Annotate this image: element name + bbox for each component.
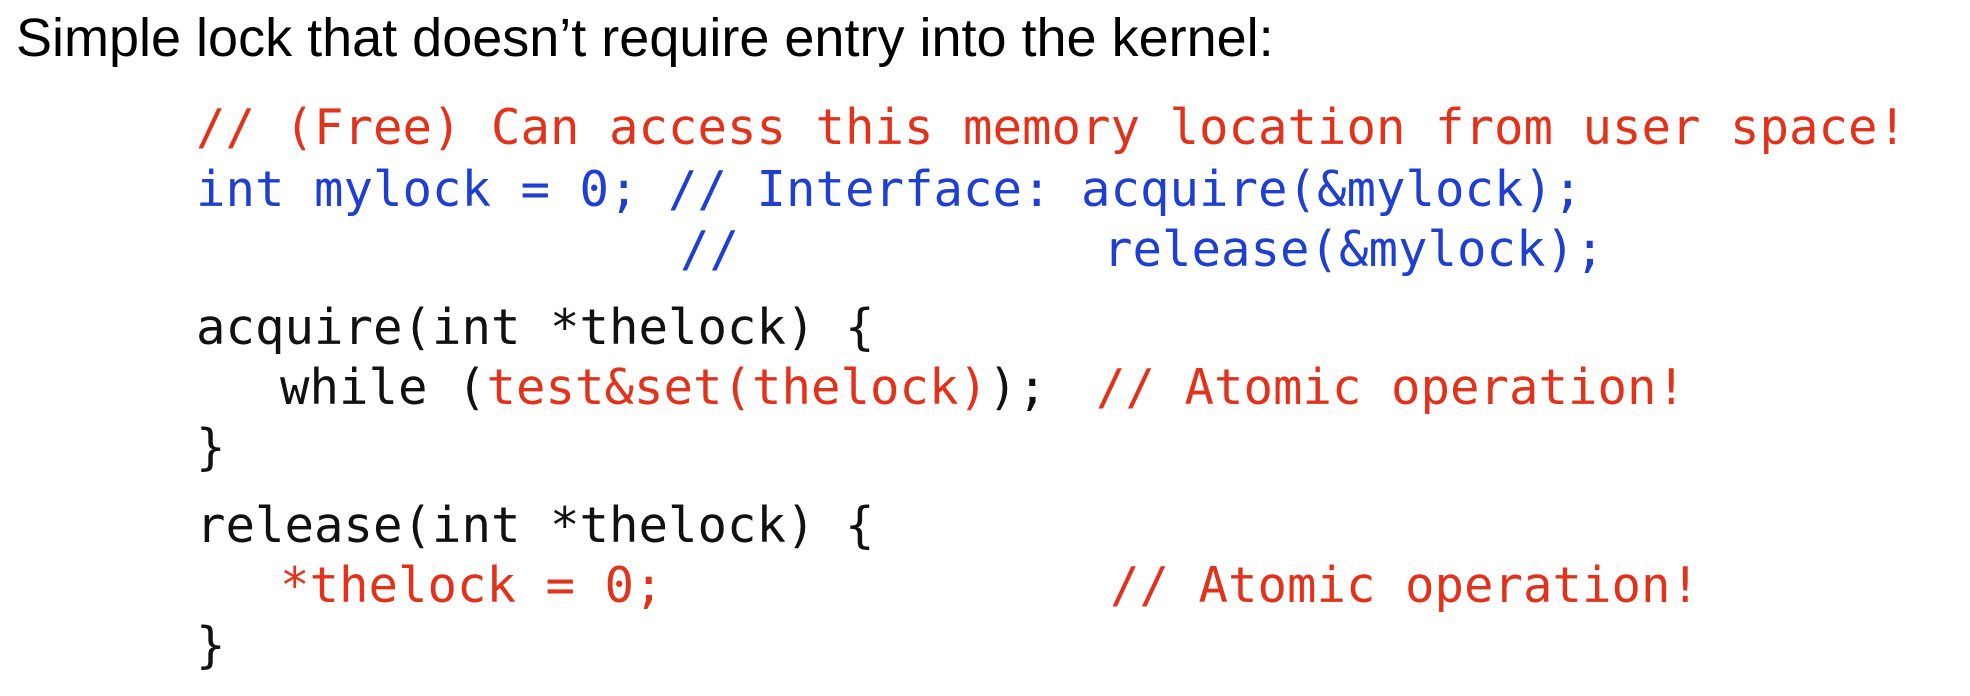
interface-comment: // Interface: acquire(&mylock); xyxy=(668,161,1583,218)
slide: Simple lock that doesn’t require entry i… xyxy=(0,0,1970,696)
code-line-interface-slashes: // xyxy=(680,221,740,278)
code-line-free-comment: // (Free) Can access this memory locatio… xyxy=(196,99,1908,156)
code-line-atomic-comment-1: // Atomic operation! xyxy=(1096,359,1687,416)
code-line-release-close: } xyxy=(196,617,226,674)
code-line-release-signature: release(int *thelock) { xyxy=(196,497,875,554)
code-line-release-statement: *thelock = 0; xyxy=(280,557,664,614)
code-line-acquire-signature: acquire(int *thelock) { xyxy=(196,299,875,356)
test-and-set-call: test&set(thelock) xyxy=(486,359,989,416)
code-line-acquire-close: } xyxy=(196,419,226,476)
code-line-release-interface: release(&mylock); xyxy=(1103,221,1605,278)
code-line-declaration: int mylock = 0; // Interface: acquire(&m… xyxy=(196,160,1583,220)
slide-heading: Simple lock that doesn’t require entry i… xyxy=(16,8,1274,68)
mylock-declaration: int mylock = 0; xyxy=(196,161,669,218)
code-line-while-loop: while (test&set(thelock)); xyxy=(280,358,1047,418)
while-end: ); xyxy=(988,359,1048,416)
while-keyword: while ( xyxy=(280,359,487,416)
code-line-atomic-comment-2: // Atomic operation! xyxy=(1110,557,1701,614)
